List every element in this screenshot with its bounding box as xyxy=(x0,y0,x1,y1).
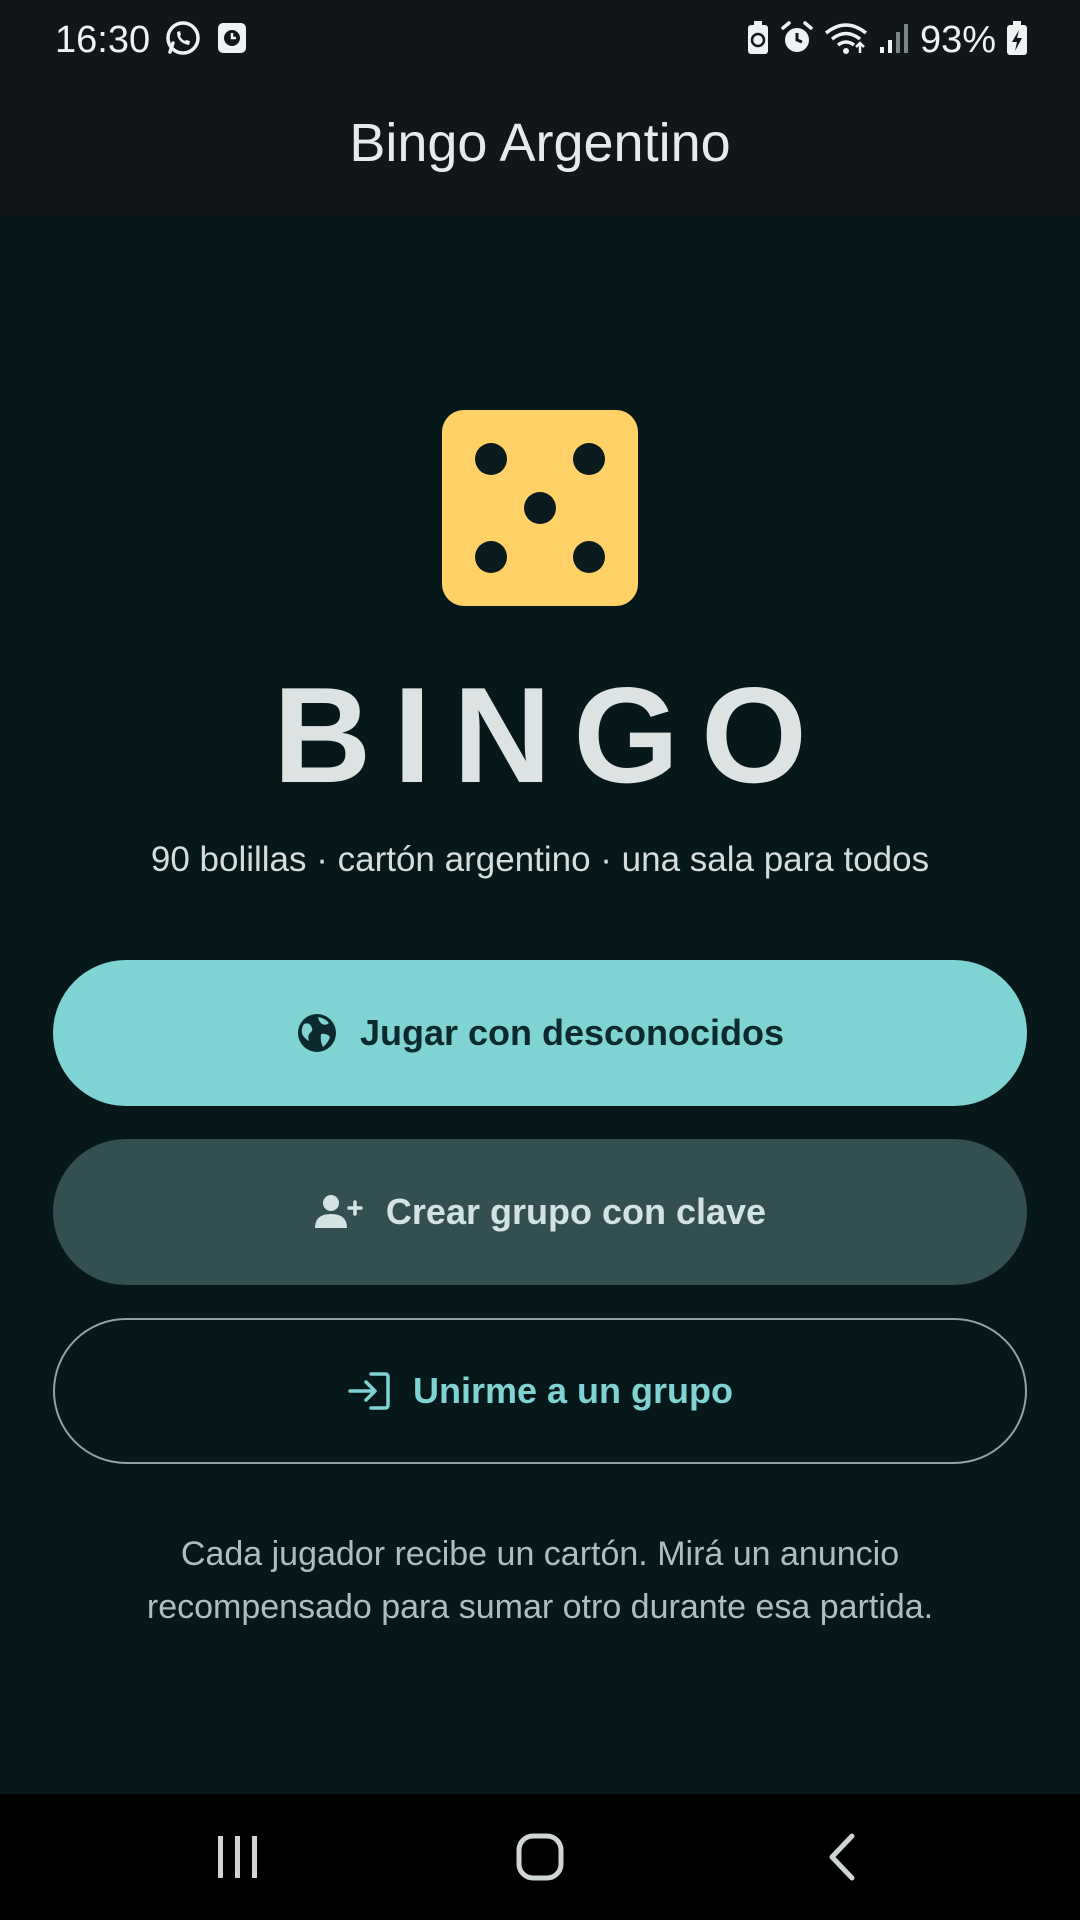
status-time: 16:30 xyxy=(55,19,151,61)
wifi-icon xyxy=(824,21,868,60)
dice-pip xyxy=(524,492,556,524)
battery-charging-icon xyxy=(1006,20,1028,61)
dice-pip xyxy=(573,443,605,475)
status-right-icons: 93% xyxy=(746,16,1028,64)
back-icon[interactable] xyxy=(802,1822,882,1892)
dice-pip xyxy=(475,541,507,573)
status-bar: 16:30 93% xyxy=(0,0,1080,80)
app-bar: Bingo Argentino xyxy=(0,80,1080,216)
screen: 16:30 93% Bingo Argentino BINGO 90 bolil… xyxy=(0,0,1080,1920)
add-person-icon xyxy=(314,1192,364,1232)
join-group-label: Unirme a un grupo xyxy=(412,1370,733,1411)
info-text: Cada jugador recibe un cartón. Mirá un a… xyxy=(60,1528,1020,1634)
recent-apps-icon[interactable] xyxy=(198,1822,278,1892)
hero-title: BINGO xyxy=(273,659,829,811)
info-text-line-1: Cada jugador recibe un cartón. Mirá un a… xyxy=(180,1535,900,1573)
login-icon xyxy=(347,1371,391,1411)
create-group-label: Crear grupo con clave xyxy=(385,1191,767,1232)
join-group-button[interactable]: Unirme a un grupo xyxy=(53,1318,1027,1464)
hero-subtitle: 90 bolillas · cartón argentino · una sal… xyxy=(150,840,930,879)
play-with-strangers-label: Jugar con desconocidos xyxy=(359,1012,785,1053)
info-text-line-2: recompensado para sumar otro durante esa… xyxy=(146,1588,934,1626)
status-left-icons xyxy=(164,20,248,60)
signal-icon xyxy=(878,21,910,60)
battery-percentage: 93% xyxy=(919,19,996,61)
app-title: Bingo Argentino xyxy=(349,113,731,173)
dice-pip xyxy=(573,541,605,573)
whatsapp-icon xyxy=(164,19,202,62)
battery-saver-icon xyxy=(746,20,770,61)
system-nav-bar xyxy=(0,1794,1080,1920)
globe-icon xyxy=(296,1012,338,1054)
dice-pip xyxy=(475,443,507,475)
clock-notification-icon xyxy=(216,21,248,60)
create-group-button[interactable]: Crear grupo con clave xyxy=(53,1139,1027,1285)
alarm-icon xyxy=(780,20,814,61)
dice-five-icon xyxy=(442,410,638,606)
home-icon[interactable] xyxy=(500,1822,580,1892)
play-with-strangers-button[interactable]: Jugar con desconocidos xyxy=(53,960,1027,1106)
